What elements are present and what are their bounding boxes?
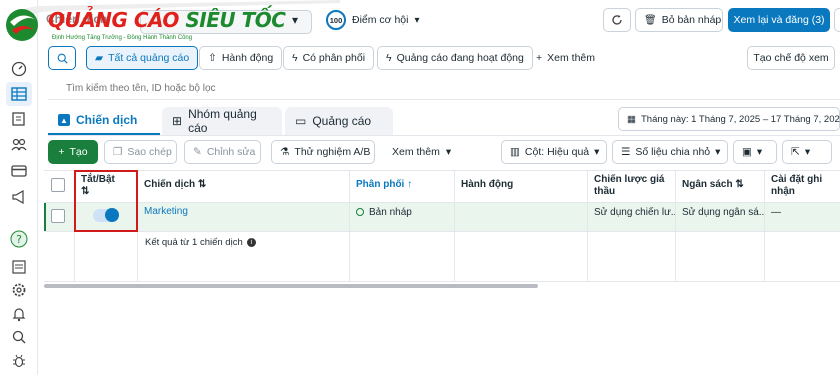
sort-icon: ⇅ [197,179,207,190]
caret-down-icon: ▾ [594,146,600,158]
draft-status-icon [356,208,364,216]
dashboard-icon[interactable] [10,60,28,78]
columns-icon: ▥ [510,146,520,158]
help-icon[interactable]: ? [10,230,28,248]
upload-icon: ⇧ [208,52,217,64]
calendar-icon: ▦ [627,113,636,125]
settings-icon[interactable] [10,281,28,299]
opportunity-score[interactable]: 100 Điểm cơ hội ▾ [326,10,420,30]
edit-button[interactable]: ✎ Chỉnh sửa [184,140,261,164]
search-toggle-button[interactable] [48,46,76,70]
sort-asc-icon: ↑ [407,179,413,190]
delivery-status: Bản nháp [350,203,454,221]
date-range-picker[interactable]: ▦ Tháng này: 1 Tháng 7, 2025 – 17 Tháng … [618,107,840,131]
bell-icon[interactable] [10,305,28,323]
table-icon[interactable] [6,82,32,106]
filter-see-more[interactable]: + Xem thêm [536,52,595,64]
plus-icon: + [58,146,65,158]
bolt-icon: ϟ [292,52,298,64]
horizontal-scrollbar[interactable] [44,284,538,288]
header-attribution[interactable]: Cài đặt ghi nhận [765,170,840,202]
filter-all-ads[interactable]: ▰ Tất cả quảng cáo [86,46,199,70]
header-campaign[interactable]: Chiến dịch ⇅ [138,170,349,202]
search-input[interactable] [66,80,566,96]
pencil-icon: ✎ [193,146,202,158]
grid-icon: ⊞ [172,114,183,128]
budget-cell: Sử dụng ngân sá... [682,207,764,218]
breakdown-dropdown[interactable]: ☰ Số liệu chia nhỏ ▾ [612,140,728,164]
news-icon[interactable] [10,258,28,276]
export-dropdown[interactable]: ⇱ ▾ [782,140,832,164]
score-badge: 100 [326,10,346,30]
header-actions[interactable]: Hành động [455,170,587,202]
megaphone-icon[interactable] [10,188,28,206]
audience-icon[interactable] [10,136,28,154]
caret-down-icon: ▾ [715,146,721,158]
duplicate-button[interactable]: ❐ Sao chép [104,140,177,164]
billing-icon[interactable] [10,162,28,180]
attribution-cell: — [771,207,781,218]
search-icon [57,53,68,64]
copy-icon: ❐ [113,146,123,158]
tab-ad-sets[interactable]: ⊞ Nhóm quảng cáo [162,107,282,135]
campaign-name-link[interactable]: Marketing [138,203,338,229]
caret-down-icon: ▾ [445,146,452,158]
ab-test-button[interactable]: ⚗ Thử nghiệm A/B [271,140,375,164]
header-bid-strategy[interactable]: Chiến lược giá thầu [588,170,675,202]
sort-icon: ⇅ [735,179,744,190]
toggle-column-highlight [74,170,138,232]
trash-icon: 🗑 [644,14,657,26]
chevron-down-icon: ▾ [414,14,420,26]
svg-text:?: ? [16,233,22,246]
discard-drafts-button[interactable]: 🗑 Bỏ bản nháp [635,8,723,32]
bug-icon[interactable] [10,352,28,370]
review-publish-button[interactable]: Xem lại và đăng (3) [728,8,830,32]
left-rail: ? [0,0,38,375]
brand-title: QUẢNG CÁO SIÊU TỐC [48,8,286,32]
refresh-button[interactable] [603,8,631,32]
create-button[interactable]: + Tạo [48,140,98,164]
header-budget[interactable]: Ngân sách ⇅ [676,170,764,202]
filter-ads-running[interactable]: ϟ Quảng cáo đang hoạt động [377,46,533,70]
filter-has-delivery[interactable]: ϟ Có phân phối [283,46,375,70]
toolbar-see-more[interactable]: Xem thêm ▾ [392,146,451,158]
row-checkbox[interactable] [51,209,65,223]
report-icon: ▣ [742,146,752,158]
reports-dropdown[interactable]: ▣ ▾ [733,140,777,164]
results-summary: Kết quả từ 1 chiến dịch i [145,237,256,248]
flask-icon: ⚗ [280,146,290,158]
tab-ads[interactable]: ▭ Quảng cáo [285,107,393,135]
search-bar [48,76,840,100]
header-delivery[interactable]: Phân phối ↑ [350,170,454,202]
breakdown-icon: ☰ [621,146,631,158]
search-icon[interactable] [10,328,28,346]
folder-icon: ▰ [95,52,104,64]
create-view-button[interactable]: Tạo chế độ xem [747,46,835,70]
info-icon: i [246,238,256,247]
columns-dropdown[interactable]: ▥ Cột: Hiệu quả ▾ [501,140,607,164]
bolt-icon: ϟ [386,52,392,64]
bid-strategy-cell: Sử dụng chiến lư... [594,207,675,218]
ads-icon[interactable] [10,110,28,128]
campaign-icon: ▲ [58,114,70,126]
more-button[interactable] [834,8,840,32]
brand-tagline: Định Hướng Tăng Trưởng - Đồng Hành Thành… [52,35,193,41]
refresh-icon [612,15,622,25]
ad-icon: ▭ [295,114,307,128]
export-icon: ⇱ [791,146,800,158]
select-all-checkbox[interactable] [51,178,65,192]
caret-down-icon: ▾ [804,146,811,158]
brand-logo: QUẢNG CÁO SIÊU TỐC Định Hướng Tăng Trưởn… [0,0,340,46]
opportunity-label: Điểm cơ hội [352,14,409,26]
caret-down-icon: ▾ [756,146,763,158]
tab-campaigns[interactable]: ▲ Chiến dịch [48,107,160,135]
filter-active[interactable]: ⇧ Hành động [199,46,283,70]
plus-icon: + [536,52,543,64]
